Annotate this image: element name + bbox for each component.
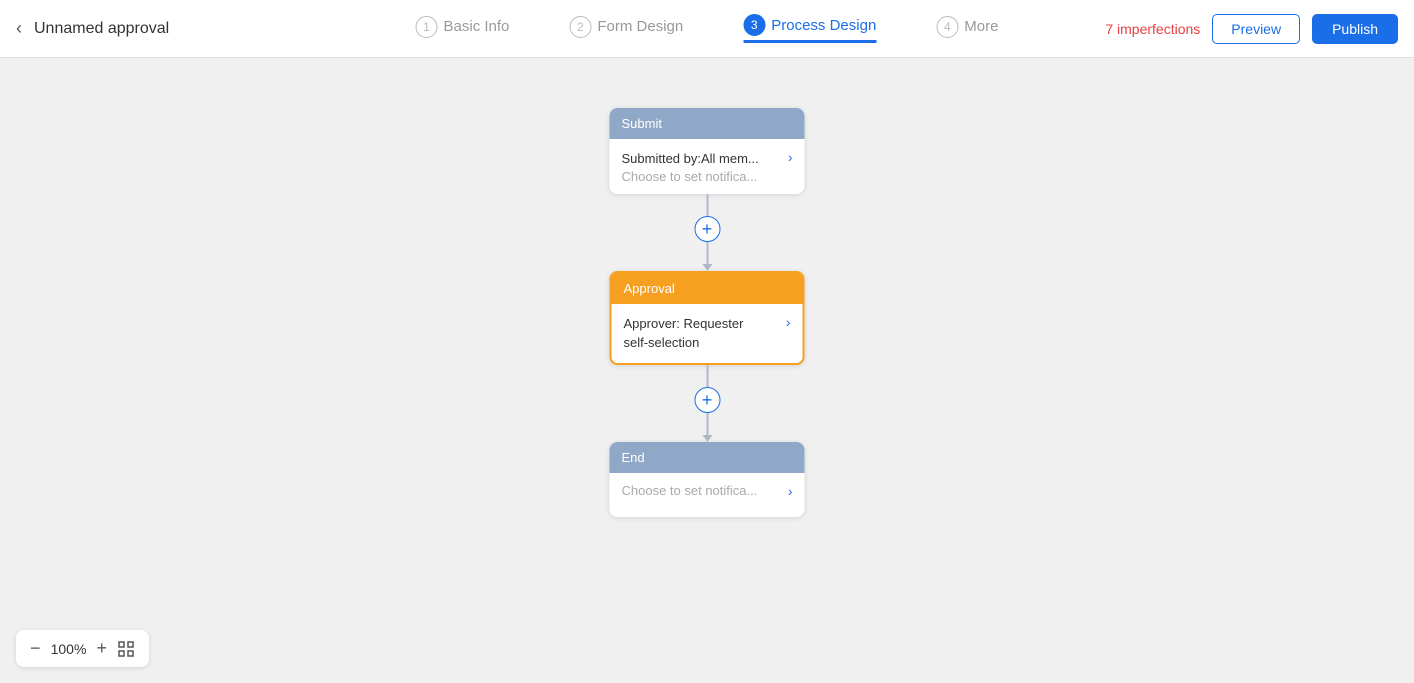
app-title: Unnamed approval (34, 20, 169, 38)
submit-line2: Choose to set notifica... (622, 169, 784, 184)
zoom-out-button[interactable]: − (30, 638, 41, 659)
publish-button[interactable]: Publish (1312, 14, 1398, 44)
imperfections-badge[interactable]: 7 imperfections (1105, 21, 1200, 37)
approval-node[interactable]: Approval Approver: Requester self-select… (610, 271, 805, 365)
submit-node-body[interactable]: Submitted by:All mem... Choose to set no… (610, 139, 805, 194)
add-node-button-1[interactable]: + (694, 216, 720, 242)
tab-process-design-label: Process Design (771, 17, 876, 34)
back-arrow-icon: ‹ (16, 18, 22, 39)
submit-chevron-icon: › (788, 149, 793, 165)
approval-node-header: Approval (612, 273, 803, 304)
tab-basic-info-label: Basic Info (444, 18, 510, 35)
process-canvas: Submit Submitted by:All mem... Choose to… (0, 58, 1414, 683)
arrow-down-2 (702, 435, 712, 442)
approval-line2: self-selection (624, 333, 782, 353)
connector-line-top-2 (706, 365, 708, 387)
connector-line-bottom-1 (706, 242, 708, 264)
approval-line1: Approver: Requester (624, 314, 782, 334)
zoom-level: 100% (51, 641, 87, 657)
connector-line-top-1 (706, 194, 708, 216)
end-chevron-icon: › (788, 483, 793, 499)
tab-step-3: 3 (743, 14, 765, 36)
end-node-header: End (610, 442, 805, 473)
end-node-body[interactable]: Choose to set notifica... › (610, 473, 805, 517)
add-node-button-2[interactable]: + (694, 387, 720, 413)
tab-step-2: 2 (569, 16, 591, 38)
zoom-fit-button[interactable] (117, 640, 135, 658)
tab-more[interactable]: 4 More (936, 16, 998, 42)
approval-node-text: Approver: Requester self-selection (624, 314, 782, 353)
end-line1: Choose to set notifica... (622, 483, 784, 498)
flow-container: Submit Submitted by:All mem... Choose to… (610, 108, 805, 517)
tab-step-4: 4 (936, 16, 958, 38)
connector-line-bottom-2 (706, 413, 708, 435)
approval-node-body[interactable]: Approver: Requester self-selection › (612, 304, 803, 363)
nav-tabs: 1 Basic Info 2 Form Design 3 Process Des… (416, 14, 999, 43)
submit-line1: Submitted by:All mem... (622, 149, 784, 169)
connector-2: + (687, 365, 727, 442)
submit-node-header: Submit (610, 108, 805, 139)
header-right: 7 imperfections Preview Publish (1105, 14, 1398, 44)
tab-more-label: More (964, 18, 998, 35)
tab-basic-info[interactable]: 1 Basic Info (416, 16, 510, 42)
back-button[interactable]: ‹ (16, 18, 22, 39)
end-node-text: Choose to set notifica... (622, 483, 784, 498)
arrow-down-1 (702, 264, 712, 271)
header: ‹ Unnamed approval 1 Basic Info 2 Form D… (0, 0, 1414, 58)
zoom-controls: − 100% + (16, 630, 149, 667)
tab-form-design[interactable]: 2 Form Design (569, 16, 683, 42)
preview-button[interactable]: Preview (1212, 14, 1300, 44)
approval-chevron-icon: › (786, 314, 791, 330)
submit-node-text: Submitted by:All mem... Choose to set no… (622, 149, 784, 184)
zoom-out-icon: − (30, 638, 41, 659)
end-node[interactable]: End Choose to set notifica... › (610, 442, 805, 517)
connector-1: + (687, 194, 727, 271)
zoom-fit-icon (117, 640, 135, 658)
zoom-in-icon: + (97, 638, 108, 659)
zoom-in-button[interactable]: + (97, 638, 108, 659)
submit-node[interactable]: Submit Submitted by:All mem... Choose to… (610, 108, 805, 194)
tab-process-design[interactable]: 3 Process Design (743, 14, 876, 43)
tab-step-1: 1 (416, 16, 438, 38)
tab-form-design-label: Form Design (597, 18, 683, 35)
